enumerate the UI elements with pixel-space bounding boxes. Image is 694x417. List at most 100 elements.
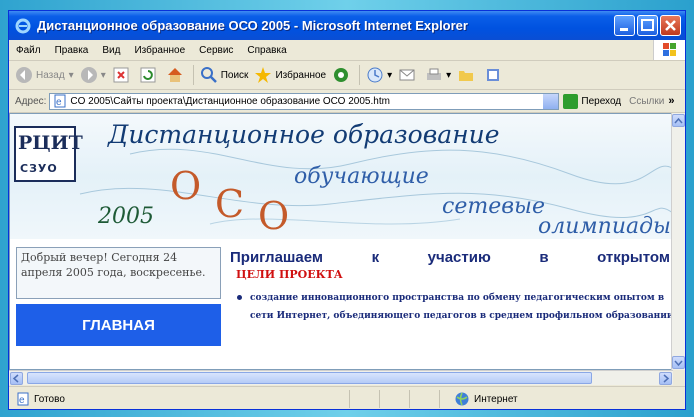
menu-favorites[interactable]: Избранное — [127, 45, 192, 56]
scroll-up-button[interactable] — [672, 114, 685, 127]
invite-word: открытом — [597, 249, 670, 266]
page-icon: e — [54, 94, 66, 108]
horizontal-scrollbar[interactable] — [9, 370, 673, 385]
scroll-down-button[interactable] — [672, 356, 685, 369]
search-button[interactable]: Поиск — [200, 66, 249, 84]
invite-word: к — [371, 249, 380, 266]
toolbar: Назад ▾ ▾ Поиск Избранное ▾ ▾ — [9, 61, 685, 90]
favorites-label: Избранное — [275, 69, 327, 81]
history-button[interactable]: ▾ — [366, 66, 392, 84]
scroll-left-button[interactable] — [10, 372, 23, 385]
vertical-scrollbar[interactable] — [671, 113, 685, 370]
toolbar-separator — [192, 65, 194, 85]
invite-word: участию — [427, 249, 491, 266]
banner-olympiads: олимпиады — [538, 214, 671, 239]
status-divider — [409, 390, 410, 408]
menu-bar: Файл Правка Вид Избранное Сервис Справка — [9, 40, 685, 61]
close-icon — [665, 20, 676, 31]
banner-year: 2005 — [98, 204, 154, 229]
menu-file[interactable]: Файл — [9, 45, 48, 56]
favorites-star-icon — [255, 67, 272, 83]
status-text: Готово — [34, 393, 65, 405]
banner-oco-letter: О — [170, 164, 202, 208]
banner-oco-letter: О — [258, 194, 290, 238]
menu-help[interactable]: Справка — [240, 45, 293, 56]
mail-icon — [399, 69, 415, 81]
close-button[interactable] — [660, 15, 681, 36]
scroll-right-button[interactable] — [659, 372, 672, 385]
home-button[interactable] — [166, 66, 187, 84]
internet-globe-icon — [455, 392, 469, 406]
toolbar-separator — [359, 65, 361, 85]
banner-network: сетевые — [442, 194, 545, 219]
mail-button[interactable] — [398, 66, 419, 84]
home-icon — [167, 68, 182, 82]
forward-arrow-icon — [80, 67, 97, 83]
greeting-box: Добрый вечер! Сегодня 24 апреля 2005 год… — [16, 247, 221, 299]
window-title: Дистанционное образование ОСО 2005 - Mic… — [37, 18, 468, 33]
maximize-icon — [641, 19, 654, 31]
rcit-logo: РЦИТ СЗУО — [14, 126, 83, 182]
scroll-right-icon — [663, 374, 670, 383]
status-divider — [379, 390, 380, 408]
status-divider — [349, 390, 350, 408]
go-arrow-icon — [563, 93, 579, 109]
back-dropdown-icon[interactable]: ▾ — [69, 70, 74, 81]
print-dropdown-icon[interactable]: ▾ — [446, 70, 451, 81]
folder-button[interactable] — [457, 66, 478, 84]
site-banner: РЦИТ СЗУО Дистанционное образование О С … — [10, 114, 672, 239]
goal-list-item: создание инновационного пространства по … — [237, 289, 673, 325]
media-button[interactable] — [332, 66, 353, 84]
banner-training: обучающие — [294, 164, 429, 189]
status-divider — [439, 390, 440, 408]
goals-heading: ЦЕЛИ ПРОЕКТА — [236, 268, 343, 281]
menu-edit[interactable]: Правка — [48, 45, 96, 56]
invite-heading: Приглашаем к участию в открытом — [230, 249, 670, 266]
back-button[interactable]: Назад ▾ — [15, 66, 74, 84]
forward-button[interactable]: ▾ — [80, 66, 106, 84]
address-label: Адрес: — [15, 95, 47, 107]
goal-text: создание инновационного пространства по … — [250, 293, 673, 321]
search-icon — [200, 67, 217, 83]
search-label: Поиск — [220, 69, 249, 81]
media-icon — [334, 68, 349, 82]
favorites-button[interactable]: Избранное — [254, 66, 326, 84]
links-chevron-icon[interactable]: » — [668, 95, 674, 107]
address-bar: Адрес: e CO 2005\Сайты проекта\Дистанцио… — [9, 90, 685, 113]
logo-text: РЦИТ — [18, 132, 83, 154]
links-label[interactable]: Ссылки — [629, 96, 664, 107]
address-dropdown-icon[interactable] — [543, 93, 559, 109]
page-content: РЦИТ СЗУО Дистанционное образование О С … — [9, 113, 673, 370]
history-dropdown-icon[interactable]: ▾ — [387, 70, 392, 81]
horizontal-scroll-thumb[interactable] — [27, 372, 592, 384]
print-icon — [427, 68, 442, 80]
forward-dropdown-icon[interactable]: ▾ — [101, 70, 106, 81]
minimize-button[interactable] — [614, 15, 635, 36]
menu-view[interactable]: Вид — [95, 45, 127, 56]
folder-icon — [459, 71, 474, 81]
maximize-button[interactable] — [637, 15, 658, 36]
refresh-button[interactable] — [139, 66, 160, 84]
history-icon — [367, 67, 383, 83]
stop-icon — [113, 67, 129, 83]
invite-word: в — [539, 249, 549, 266]
back-arrow-icon — [16, 67, 32, 83]
go-button[interactable]: Переход — [563, 93, 621, 109]
ie-logo-icon — [15, 18, 31, 33]
bullet-icon — [237, 295, 242, 300]
title-bar[interactable]: Дистанционное образование ОСО 2005 - Mic… — [9, 11, 685, 40]
browser-window: Дистанционное образование ОСО 2005 - Mic… — [8, 10, 686, 410]
print-button[interactable]: ▾ — [425, 66, 451, 84]
svg-text:e: e — [19, 395, 25, 406]
zone-text: Интернет — [474, 393, 518, 405]
main-page-button[interactable]: ГЛАВНАЯ — [16, 304, 221, 346]
stop-button[interactable] — [112, 66, 133, 84]
research-button[interactable] — [484, 66, 505, 84]
menu-tools[interactable]: Сервис — [192, 45, 240, 56]
status-page-icon: e — [17, 392, 29, 406]
banner-title: Дистанционное образование — [108, 120, 500, 149]
svg-text:e: e — [56, 97, 62, 108]
scroll-up-icon — [674, 117, 683, 124]
address-input[interactable]: e CO 2005\Сайты проекта\Дистанционное об… — [49, 92, 560, 110]
logo-subtext: СЗУО — [20, 162, 58, 175]
